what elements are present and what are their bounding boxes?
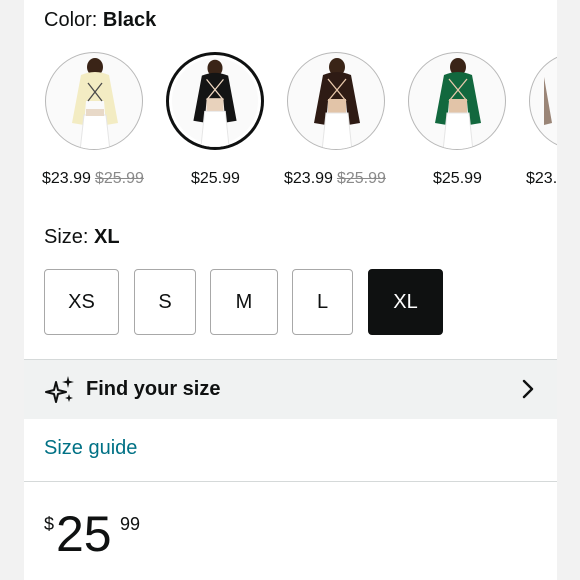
size-value: XL (94, 226, 120, 248)
product-thumbnail-icon (193, 59, 237, 147)
color-value: Black (102, 9, 157, 31)
divider (24, 481, 557, 482)
left-gutter (0, 0, 24, 580)
color-swatch-black[interactable]: $25.99 (165, 52, 265, 187)
sparkle-icon (45, 375, 74, 403)
size-option-s[interactable]: S (134, 269, 196, 335)
swatch-list-price: $25.99 (94, 170, 144, 187)
size-selection-label: Size: XL (44, 226, 120, 249)
right-gutter (557, 0, 580, 580)
swatch-image[interactable] (408, 52, 506, 150)
swatch-price: $23.99 (42, 170, 91, 187)
color-swatch-green[interactable]: $25.99 (407, 52, 507, 187)
color-swatch-taupe[interactable]: $23. (526, 52, 557, 187)
price-symbol: $ (44, 514, 55, 534)
product-thumbnail-icon (435, 58, 481, 149)
swatch-list-price: $25.99 (336, 170, 386, 187)
product-options-card: Color: Black $23.99 $25.99 $25.99 $23.99… (24, 0, 557, 580)
price-whole: 25 (56, 506, 112, 562)
size-option-m[interactable]: M (210, 269, 278, 335)
product-thumbnail-icon (544, 77, 552, 125)
size-label: Size: (44, 226, 89, 248)
color-label: Color: (44, 9, 98, 31)
swatch-image[interactable] (529, 52, 557, 150)
swatch-price: $25.99 (191, 170, 240, 187)
size-option-xs[interactable]: XS (44, 269, 119, 335)
color-swatch-cream[interactable]: $23.99 $25.99 (42, 52, 144, 187)
find-your-size-label: Find your size (86, 378, 221, 400)
color-swatch-brown[interactable]: $23.99 $25.99 (284, 52, 386, 187)
swatch-price: $25.99 (433, 170, 482, 187)
size-option-xl[interactable]: XL (368, 269, 443, 335)
swatch-image-selected[interactable] (166, 52, 264, 150)
color-selection-label: Color: Black (44, 9, 156, 32)
product-thumbnail-icon (314, 58, 360, 149)
price-fraction: 99 (120, 514, 141, 534)
size-guide-link[interactable]: Size guide (44, 437, 137, 460)
color-swatches: $23.99 $25.99 $25.99 $23.99 $25.99 $25.9… (24, 52, 557, 192)
find-your-size-button[interactable]: Find your size (24, 359, 557, 419)
size-option-l[interactable]: L (292, 269, 353, 335)
chevron-right-icon (522, 379, 534, 399)
swatch-image[interactable] (45, 52, 143, 150)
swatch-price: $23. (526, 170, 557, 187)
product-thumbnail-icon (72, 58, 118, 149)
swatch-image[interactable] (287, 52, 385, 150)
swatch-price: $23.99 (284, 170, 333, 187)
